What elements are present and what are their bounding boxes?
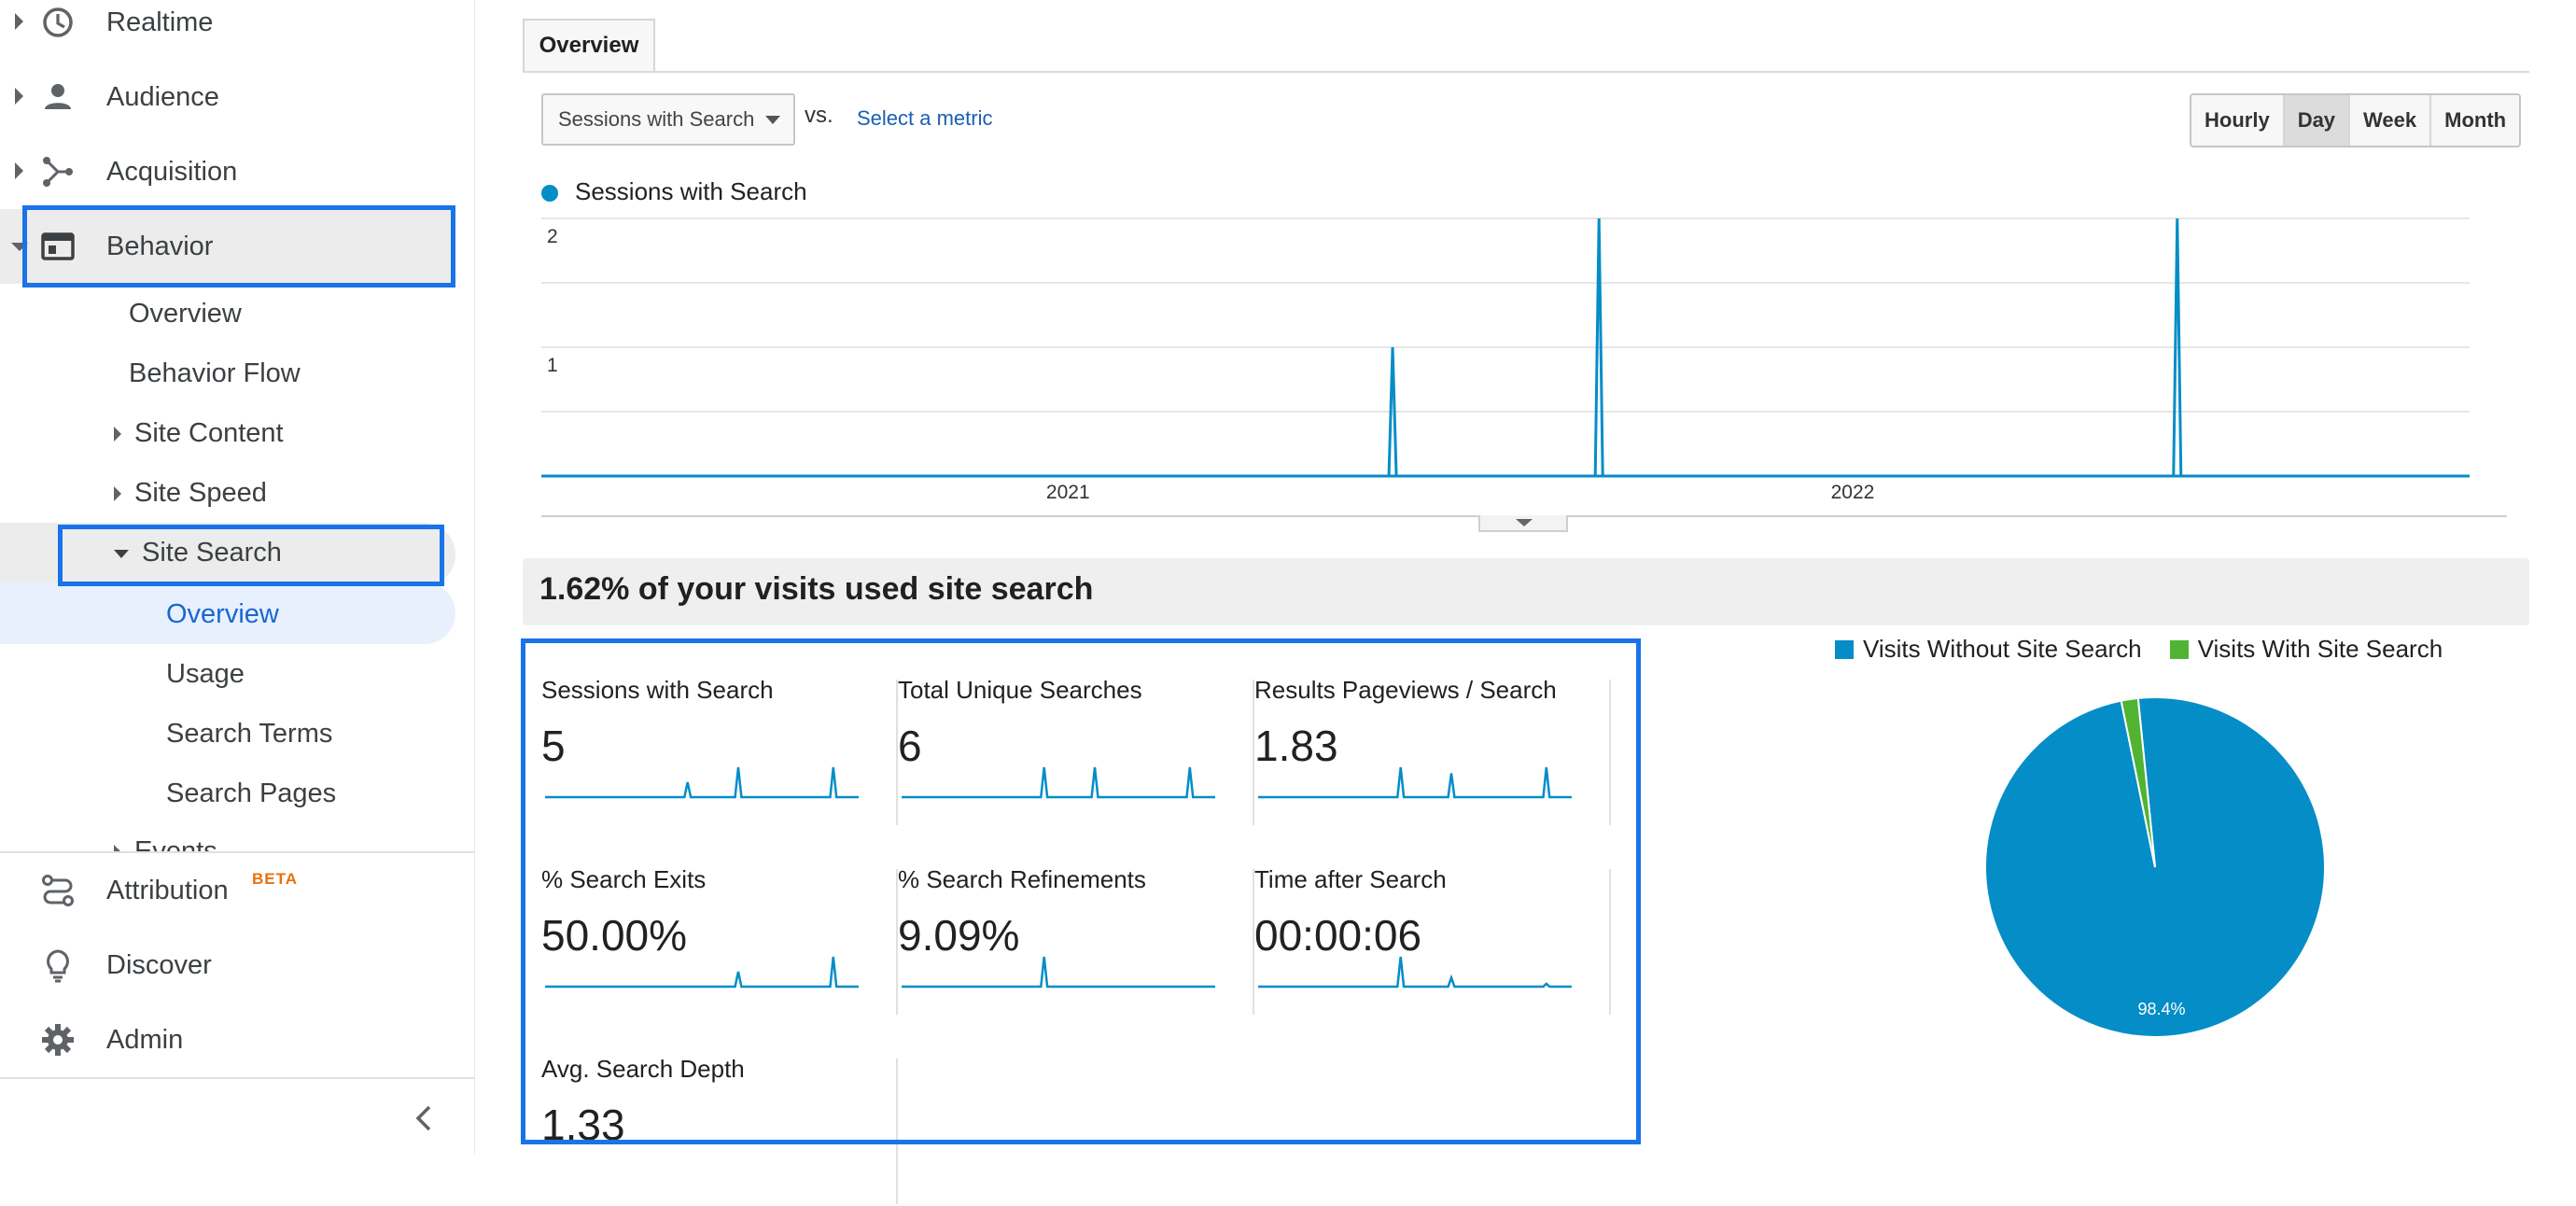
nav-item-label: Admin [106,1025,184,1055]
tab-underline [523,71,2529,73]
report-main: Overview Sessions with Search vs. Select… [504,0,2548,1204]
legend-label: Visits With Site Search [2197,635,2443,663]
site-search-summary-banner: 1.62% of your visits used site search [523,558,2529,625]
select-metric-link[interactable]: Select a metric [857,106,993,131]
banner-text: 1.62% of your visits used site search [539,571,1094,607]
legend-swatch [2169,640,2189,659]
nav-item-label: Audience [106,82,219,112]
expand-caret-icon [15,88,23,105]
y-tick-label: 1 [547,355,558,376]
nav-site-speed[interactable]: Site Speed [114,474,267,512]
nav-item-audience[interactable]: Audience [0,60,474,134]
metric-select-value: Sessions with Search [558,107,755,131]
period-hourly-button[interactable]: Hourly [2191,95,2285,146]
nav-site-search-pages[interactable]: Search Pages [166,775,336,812]
expand-caret-icon [15,162,23,179]
pie-slice-label: 98.4% [2137,1000,2185,1018]
caret-down-icon [1516,519,1533,526]
nav-behavior-overview[interactable]: Overview [129,295,242,332]
dropdown-arrow-icon [765,116,780,124]
nav-site-search-terms[interactable]: Search Terms [166,715,332,752]
nav-site-search-overview[interactable]: Overview [166,596,279,633]
series-legend-swatch [541,185,558,202]
nav-item-label: Acquisition [106,157,238,187]
pie-legend: Visits Without Site Search Visits With S… [1835,635,2443,664]
site-search-pie-chart: 98.4% [1984,696,2326,1038]
chart-collapse-toggle[interactable] [1478,515,1568,532]
y-tick-label: 2 [547,226,558,247]
nav-site-content[interactable]: Site Content [114,414,284,452]
x-tick-label: 2021 [1046,482,1090,500]
legend-label: Visits Without Site Search [1863,635,2142,663]
nav-events: Events [114,833,217,851]
nav-site-search-usage[interactable]: Usage [166,655,245,693]
x-tick-label: 2022 [1831,482,1875,500]
nav-item-discover[interactable]: Discover [0,928,474,1003]
nav-item-attribution[interactable]: Attribution [0,853,474,928]
events-clipped-row[interactable]: Events [0,833,474,851]
nav-item-label: Realtime [106,7,214,37]
expand-caret-icon [114,427,121,442]
tab-overview[interactable]: Overview [523,19,655,71]
nav-item-admin[interactable]: Admin [0,1003,474,1077]
nav-item-label: Site Speed [134,478,267,508]
collapse-sidebar-chevron-icon[interactable] [411,1101,439,1135]
series-legend-label: Sessions with Search [575,177,807,205]
attribution-icon [42,875,74,906]
nav-behavior-flow[interactable]: Behavior Flow [129,355,301,392]
acquisition-icon [43,157,73,187]
beta-badge: BETA [252,870,299,888]
nav-item-label: Discover [106,950,212,980]
lightbulb-icon [47,949,69,983]
nav-item-label: Site Content [134,418,284,448]
pie-legend-item-with: Visits With Site Search [2169,635,2443,664]
scorecards-highlight-box [521,638,1641,1144]
site-search-highlight-box [58,525,444,586]
period-toggle-group: Hourly Day Week Month [2190,93,2522,147]
period-month-button[interactable]: Month [2431,95,2520,146]
period-day-button[interactable]: Day [2284,95,2351,146]
pie-legend-item-without: Visits Without Site Search [1835,635,2142,664]
nav-item-label: Attribution [106,876,229,905]
vs-label: vs. [805,103,833,128]
expand-caret-icon [15,13,23,30]
expand-caret-icon [114,486,121,502]
clock-icon [43,7,73,37]
nav-item-acquisition[interactable]: Acquisition [0,134,474,209]
expand-caret-icon [114,845,121,851]
behavior-highlight-box [22,205,455,287]
person-icon [45,84,71,109]
period-week-button[interactable]: Week [2350,95,2432,146]
sidebar-divider [0,1077,474,1079]
left-nav-sidebar: Realtime Audience Acquisition Behavior O… [0,0,475,1154]
nav-item-label: Events [134,836,217,851]
sessions-line-chart: 2 1 2021 2022 [541,217,2470,500]
legend-swatch [1835,640,1854,659]
nav-item-realtime[interactable]: Realtime [0,0,474,60]
gear-icon [42,1024,74,1056]
metric-select-dropdown[interactable]: Sessions with Search [541,93,795,146]
